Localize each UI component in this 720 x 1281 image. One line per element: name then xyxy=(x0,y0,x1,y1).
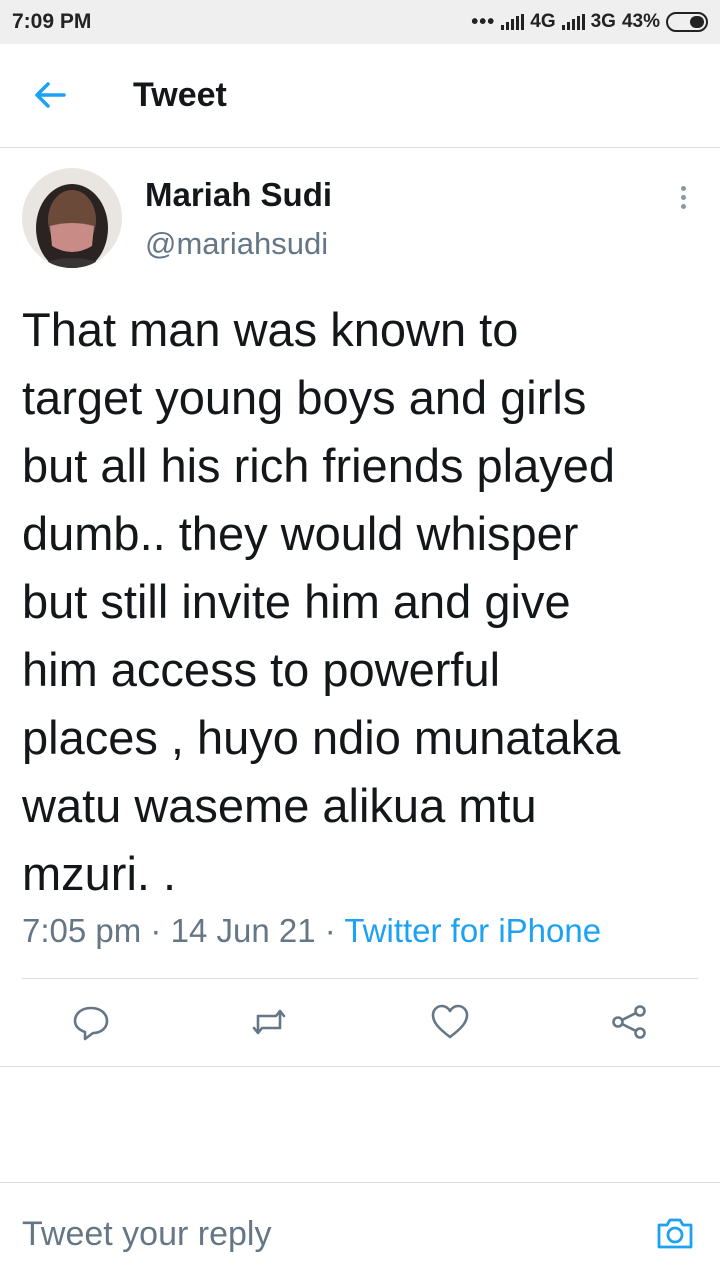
arrow-left-icon[interactable] xyxy=(30,78,70,112)
comment-icon[interactable] xyxy=(71,1002,111,1042)
camera-icon[interactable] xyxy=(655,1215,695,1251)
meta-separator: · xyxy=(324,912,336,949)
signal-icon xyxy=(561,14,585,30)
battery-percent: 43% xyxy=(621,11,660,32)
tweet-time: 7:05 pm xyxy=(22,912,142,949)
status-indicators: ••• 4G 3G 43% xyxy=(471,11,708,34)
page-title: Tweet xyxy=(133,76,227,114)
tweet-meta: 7:05 pm · 14 Jun 21 · Twitter for iPhone xyxy=(22,912,601,950)
network-label-1: 4G xyxy=(530,11,556,32)
network-label-2: 3G xyxy=(590,11,616,32)
status-dots: ••• xyxy=(471,10,496,33)
retweet-icon[interactable] xyxy=(249,1002,289,1042)
signal-icon xyxy=(501,14,525,30)
divider xyxy=(0,1066,720,1067)
tweet-source-link[interactable]: Twitter for iPhone xyxy=(344,912,601,949)
status-bar: 7:09 PM ••• 4G 3G 43% xyxy=(0,0,720,44)
tweet-actions xyxy=(0,998,720,1050)
divider xyxy=(22,978,698,979)
app-bar: Tweet xyxy=(0,44,720,148)
avatar[interactable] xyxy=(22,168,122,268)
tweet-text: That man was known to target young boys … xyxy=(22,303,621,900)
more-options-icon[interactable] xyxy=(674,186,692,212)
tweet-date: 14 Jun 21 xyxy=(170,912,316,949)
share-icon[interactable] xyxy=(609,1002,649,1042)
reply-bar: Tweet your reply xyxy=(0,1182,720,1281)
battery-icon xyxy=(666,12,708,32)
meta-separator: · xyxy=(150,912,162,949)
author-handle[interactable]: @mariahsudi xyxy=(145,226,328,262)
status-time: 7:09 PM xyxy=(12,10,92,33)
heart-icon[interactable] xyxy=(430,1002,470,1042)
author-name[interactable]: Mariah Sudi xyxy=(145,176,332,214)
reply-input[interactable]: Tweet your reply xyxy=(22,1215,271,1254)
